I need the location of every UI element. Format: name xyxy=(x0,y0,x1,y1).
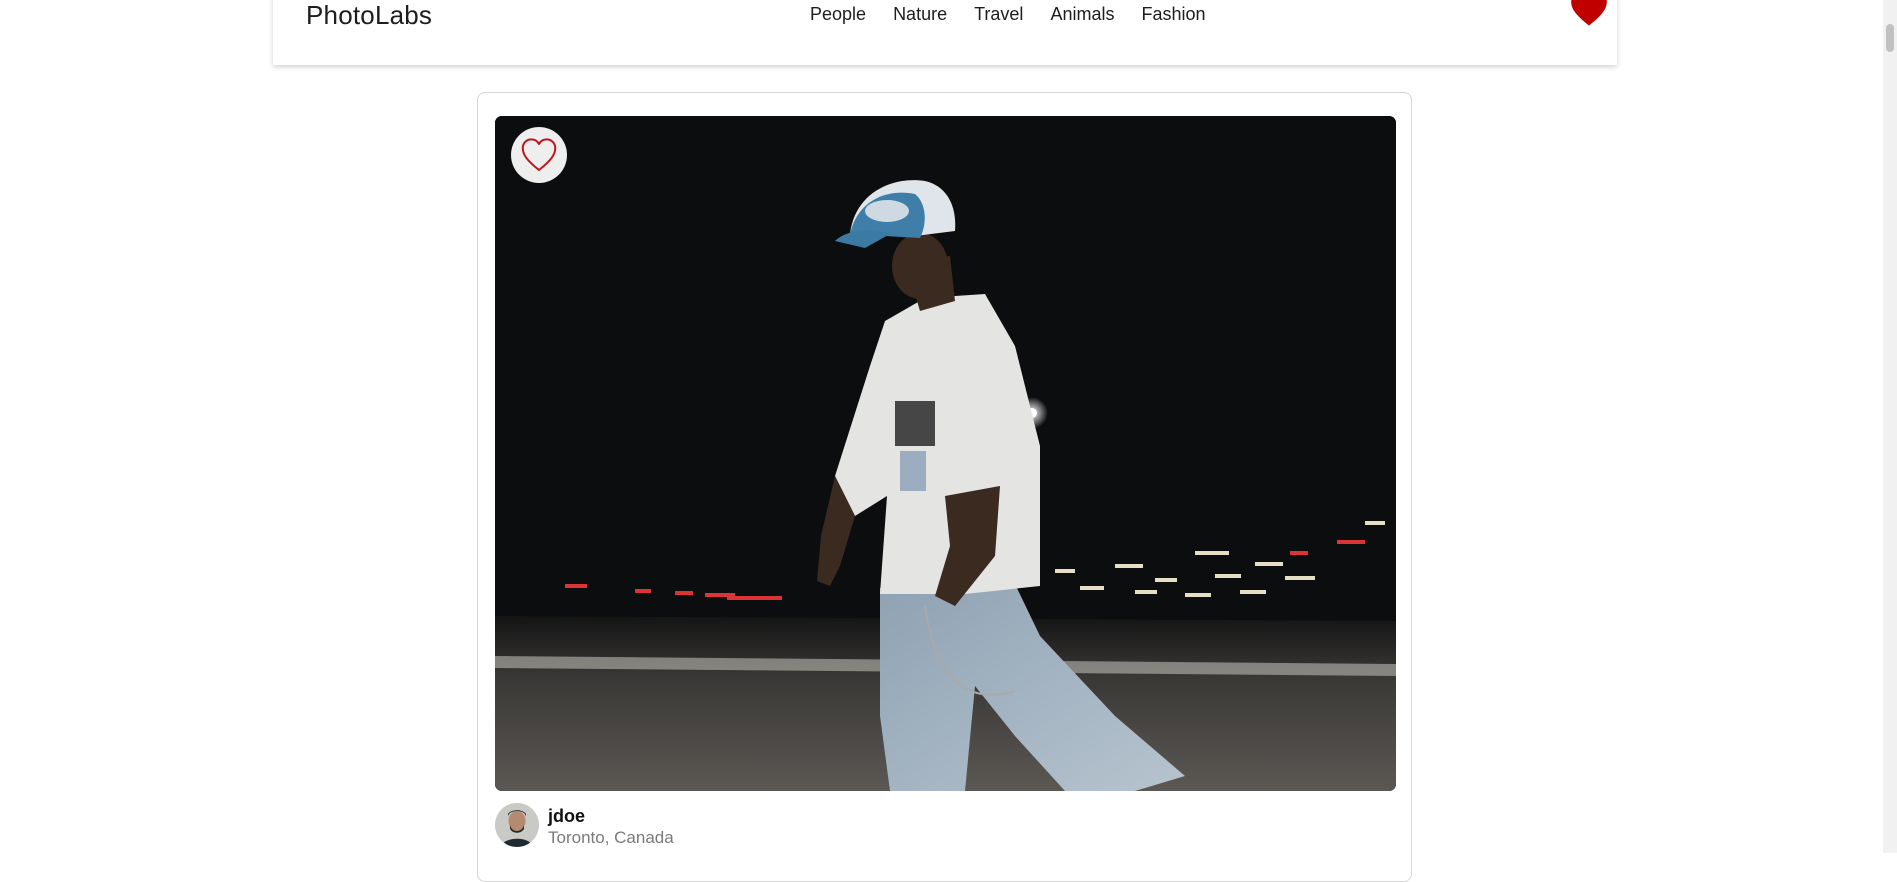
photo-user-info: jdoe Toronto, Canada xyxy=(495,803,674,849)
top-navigation-bar: PhotoLabs People Nature Travel Animals F… xyxy=(273,0,1617,65)
topic-nature[interactable]: Nature xyxy=(893,4,947,25)
photo-details-card: jdoe Toronto, Canada xyxy=(477,92,1412,882)
heart-filled-icon xyxy=(1571,0,1607,26)
app-logo[interactable]: PhotoLabs xyxy=(306,0,432,31)
avatar-image xyxy=(495,803,539,847)
user-avatar xyxy=(495,803,539,847)
photo-illustration xyxy=(495,116,1396,791)
topic-animals[interactable]: Animals xyxy=(1050,4,1114,25)
topic-travel[interactable]: Travel xyxy=(974,4,1023,25)
page-scrollbar[interactable] xyxy=(1883,0,1897,853)
topic-fashion[interactable]: Fashion xyxy=(1141,4,1205,25)
photo-fav-button[interactable] xyxy=(511,127,567,183)
user-location: Toronto, Canada xyxy=(548,828,674,847)
topic-people[interactable]: People xyxy=(810,4,866,25)
topic-list: People Nature Travel Animals Fashion xyxy=(810,4,1206,25)
heart-outline-icon xyxy=(521,138,557,171)
scrollbar-thumb[interactable] xyxy=(1886,24,1894,52)
fav-badge[interactable] xyxy=(1570,0,1608,28)
user-text-block: jdoe Toronto, Canada xyxy=(548,805,674,849)
username: jdoe xyxy=(548,806,586,826)
photo-image[interactable] xyxy=(495,116,1396,791)
